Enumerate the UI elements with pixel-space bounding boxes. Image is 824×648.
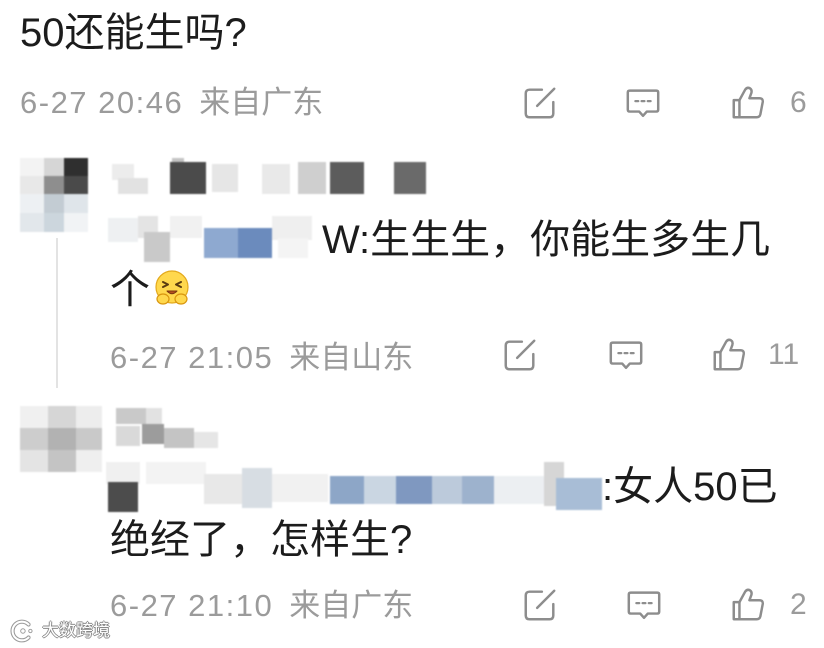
- mosaic-cell: [64, 158, 88, 176]
- mosaic-cell: [212, 164, 238, 192]
- reply-like-count[interactable]: 11: [768, 337, 799, 373]
- comment-icon: [625, 586, 663, 624]
- mosaic-cell: [144, 232, 170, 262]
- mosaic-cell: [116, 408, 146, 424]
- reply-avatar-redacted[interactable]: [20, 158, 88, 232]
- mosaic-cell: [106, 462, 140, 484]
- mosaic-cell: [204, 474, 244, 504]
- mosaic-cell: [44, 176, 64, 194]
- mosaic-cell: [48, 406, 76, 428]
- reply-location: 来自山东: [289, 340, 414, 375]
- reply-share-button[interactable]: [501, 336, 539, 374]
- mosaic-cell: [364, 476, 396, 504]
- reply-text-line: W:生生生，你能生多生几: [322, 218, 771, 262]
- mosaic-cell: [108, 482, 138, 512]
- mosaic-cell: [20, 213, 44, 232]
- reply-mention-redacted[interactable]: [108, 210, 320, 262]
- reply-text-line: 个: [110, 268, 150, 312]
- thread-line: [56, 238, 58, 388]
- reply-location: 来自广东: [289, 588, 414, 623]
- mosaic-cell: [394, 162, 426, 194]
- reply-like-button[interactable]: [710, 336, 748, 374]
- mosaic-cell: [298, 162, 326, 194]
- share-icon: [521, 84, 559, 122]
- mosaic-cell: [76, 406, 102, 428]
- mosaic-cell: [396, 476, 432, 504]
- watermark-text: 大数跨境: [42, 621, 110, 640]
- mosaic-cell: [20, 158, 44, 176]
- comment-icon: [624, 84, 662, 122]
- share-icon: [501, 336, 539, 374]
- mosaic-cell: [204, 228, 238, 258]
- post-location: 来自广东: [199, 85, 324, 120]
- reply-time: 6-27 21:10: [110, 588, 274, 623]
- reply-like-count[interactable]: 2: [790, 587, 807, 623]
- mosaic-cell: [64, 194, 88, 213]
- mosaic-cell: [494, 476, 544, 504]
- mosaic-cell: [20, 450, 48, 472]
- mosaic-cell: [170, 216, 202, 238]
- reply-meta: 6-27 21:10 来自广东: [110, 588, 413, 624]
- mosaic-cell: [330, 476, 364, 504]
- mosaic-cell: [238, 228, 272, 258]
- mosaic-cell: [146, 462, 206, 484]
- post-time: 6-27 20:46: [20, 85, 184, 120]
- reply-time: 6-27 21:05: [110, 340, 274, 375]
- reply-avatar-redacted[interactable]: [20, 406, 102, 472]
- reply-username-redacted[interactable]: [112, 404, 222, 448]
- mosaic-cell: [164, 428, 194, 448]
- mosaic-cell: [76, 450, 102, 472]
- laugh-emoji-icon: [155, 270, 189, 305]
- post-comment-button[interactable]: [624, 84, 662, 122]
- mosaic-cell: [48, 450, 76, 472]
- mosaic-cell: [556, 478, 602, 510]
- share-icon: [521, 586, 559, 624]
- mosaic-cell: [118, 178, 148, 194]
- reply-share-button[interactable]: [521, 586, 559, 624]
- mosaic-cell: [20, 176, 44, 194]
- mosaic-cell: [330, 162, 364, 194]
- reply-comment-button[interactable]: [625, 586, 663, 624]
- mosaic-cell: [20, 406, 48, 428]
- mosaic-cell: [116, 426, 140, 446]
- mosaic-cell: [170, 162, 206, 194]
- mosaic-cell: [44, 158, 64, 176]
- mosaic-cell: [48, 428, 76, 450]
- mosaic-cell: [462, 476, 494, 504]
- mosaic-cell: [194, 432, 218, 448]
- like-icon: [710, 336, 748, 374]
- reply-mention-redacted[interactable]: [106, 458, 602, 514]
- post-share-button[interactable]: [521, 84, 559, 122]
- mosaic-cell: [44, 194, 64, 213]
- mosaic-cell: [272, 474, 328, 502]
- watermark-logo-icon: [10, 619, 33, 643]
- mosaic-cell: [64, 176, 88, 194]
- mosaic-cell: [20, 428, 48, 450]
- reply-username-redacted[interactable]: [112, 156, 432, 198]
- reply-comment-button[interactable]: [607, 336, 645, 374]
- post-like-button[interactable]: [729, 84, 767, 122]
- post-meta: 6-27 20:46 来自广东: [20, 85, 323, 121]
- reply-meta: 6-27 21:05 来自山东: [110, 340, 413, 376]
- like-icon: [729, 586, 767, 624]
- mosaic-cell: [262, 164, 290, 194]
- mosaic-cell: [142, 424, 164, 444]
- post-text: 50还能生吗?: [20, 11, 247, 55]
- comment-icon: [607, 336, 645, 374]
- mosaic-cell: [44, 213, 64, 232]
- post-like-count[interactable]: 6: [790, 85, 807, 121]
- reply-text-line: 绝经了，怎样生?: [110, 518, 413, 562]
- mosaic-cell: [108, 218, 138, 242]
- mosaic-cell: [278, 238, 308, 258]
- reply-like-button[interactable]: [729, 586, 767, 624]
- like-icon: [729, 84, 767, 122]
- mosaic-cell: [64, 213, 88, 232]
- mosaic-cell: [20, 194, 44, 213]
- reply-text-line: :女人50已: [602, 465, 778, 509]
- mosaic-cell: [146, 408, 162, 424]
- mosaic-cell: [242, 468, 272, 508]
- mosaic-cell: [272, 216, 312, 240]
- mosaic-cell: [76, 428, 102, 450]
- mosaic-cell: [432, 476, 462, 504]
